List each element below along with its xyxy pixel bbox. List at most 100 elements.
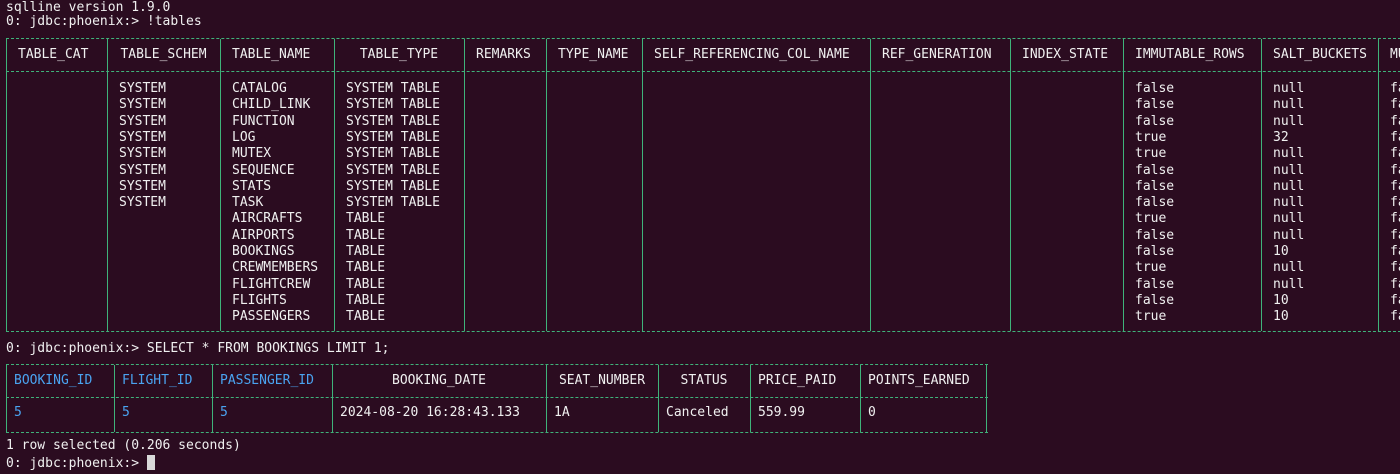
table-cell: TABLE xyxy=(346,260,386,276)
table-cell: fa xyxy=(1390,309,1400,325)
table-cell: fa xyxy=(1390,292,1400,308)
command-prompt[interactable]: 0: jdbc:phoenix:> xyxy=(6,455,155,472)
table-cell: SYSTEM TABLE xyxy=(346,146,440,162)
column-separator xyxy=(1010,39,1011,331)
table-cell: MUTEX xyxy=(232,146,272,162)
column-header: MU xyxy=(1390,47,1400,62)
column-header: BOOKING_ID xyxy=(14,373,93,388)
table-cell: null xyxy=(1273,211,1305,227)
table-cell: null xyxy=(1273,178,1305,194)
tables-result-table: TABLE_CAT TABLE_SCHEM TABLE_NAME TABLE_TYPE… xyxy=(6,38,1400,332)
table-cell: null xyxy=(1273,97,1305,113)
table-cell: true xyxy=(1135,260,1167,276)
table-cell: fa xyxy=(1390,244,1400,259)
table-cell: TABLE xyxy=(346,211,386,227)
column-separator xyxy=(546,39,547,331)
column-header: REF_GENERATION xyxy=(882,47,992,62)
table-cell: fa xyxy=(1390,97,1400,113)
table-cell: fa xyxy=(1390,162,1400,178)
header-separator xyxy=(6,397,988,398)
table-cell: LOG xyxy=(232,129,256,145)
tables-command: 0: jdbc:phoenix:> !tables xyxy=(6,14,202,29)
table-cell: false xyxy=(1135,97,1175,113)
column-separator xyxy=(212,365,213,432)
table-cell: FLIGHTCREW xyxy=(232,276,311,292)
table-cell: STATS xyxy=(232,178,272,194)
table-cell: false xyxy=(1135,81,1175,96)
column-header: FLIGHT_ID xyxy=(122,373,193,388)
column-header: PASSENGER_ID xyxy=(220,373,314,388)
column-separator xyxy=(750,365,751,432)
table-cell: false xyxy=(1135,178,1175,194)
column-separator xyxy=(986,365,987,432)
column-header: PRICE_PAID xyxy=(758,373,837,388)
table-cell: fa xyxy=(1390,260,1400,276)
table-cell: SYSTEM xyxy=(119,146,166,162)
column-separator xyxy=(6,365,7,432)
column-separator xyxy=(860,365,861,432)
table-cell: false xyxy=(1135,276,1175,292)
column-header: BOOKING_DATE xyxy=(392,373,486,388)
column-header: SEAT_NUMBER xyxy=(558,373,646,388)
terminal-window[interactable]: sqlline version 1.9.0 0: jdbc:phoenix:> … xyxy=(0,0,1400,474)
table-cell: 1A xyxy=(554,405,570,420)
table-cell: fa xyxy=(1390,81,1400,96)
table-cell: false xyxy=(1135,113,1175,129)
table-cell: 10 xyxy=(1273,309,1289,325)
table-cell: SEQUENCE xyxy=(232,162,295,178)
table-cell: SYSTEM xyxy=(119,195,166,211)
table-cell: null xyxy=(1273,227,1305,243)
table-cell: 5 xyxy=(14,405,22,420)
table-cell: SYSTEM xyxy=(119,178,166,194)
column-header: SELF_REFERENCING_COL_NAME xyxy=(654,47,850,62)
table-cell: TABLE xyxy=(346,227,386,243)
table-cell: PASSENGERS xyxy=(232,309,311,325)
table-cell: SYSTEM TABLE xyxy=(346,129,440,145)
table-cell: FUNCTION xyxy=(232,113,295,129)
table-cell: AIRPORTS xyxy=(232,227,295,243)
column-header: POINTS_EARNED xyxy=(868,373,970,388)
table-cell: 0 xyxy=(868,405,876,420)
column-header: TABLE_SCHEM xyxy=(120,47,207,62)
column-separator xyxy=(642,39,643,331)
table-cell: fa xyxy=(1390,276,1400,292)
column-separator xyxy=(1123,39,1124,331)
prompt-text: 0: jdbc:phoenix:> xyxy=(6,456,147,471)
column-separator xyxy=(114,365,115,432)
column-header: SALT_BUCKETS xyxy=(1273,47,1367,62)
table-cell: null xyxy=(1273,113,1305,129)
table-cell: null xyxy=(1273,195,1305,211)
column-header: TABLE_TYPE xyxy=(359,47,439,62)
table-cell: null xyxy=(1273,276,1305,292)
table-cell: SYSTEM TABLE xyxy=(346,81,440,96)
table-cell: fa xyxy=(1390,113,1400,129)
row-count-summary: 1 row selected (0.206 seconds) xyxy=(6,438,241,453)
table-cell: SYSTEM xyxy=(119,81,166,96)
table-cell: null xyxy=(1273,162,1305,178)
table-cell: SYSTEM TABLE xyxy=(346,113,440,129)
table-cell: fa xyxy=(1390,178,1400,194)
table-cell: 2024-08-20 16:28:43.133 xyxy=(340,405,521,420)
table-cell: 5 xyxy=(122,405,130,420)
column-header: REMARKS xyxy=(476,47,531,62)
table-cell: TABLE xyxy=(346,292,386,308)
table-cell: SYSTEM TABLE xyxy=(346,162,440,178)
table-cell: false xyxy=(1135,162,1175,178)
table-cell: true xyxy=(1135,309,1167,325)
table-cell: SYSTEM TABLE xyxy=(346,97,440,113)
column-separator xyxy=(6,39,7,331)
column-header: TYPE_NAME xyxy=(558,47,629,62)
table-cell: null xyxy=(1273,81,1305,96)
table-cell: CREWMEMBERS xyxy=(232,260,319,276)
column-header: INDEX_STATE xyxy=(1022,47,1109,62)
table-cell: Canceled xyxy=(666,405,729,420)
table-cell: null xyxy=(1273,260,1305,276)
table-cell: BOOKINGS xyxy=(232,244,295,259)
select-command: 0: jdbc:phoenix:> SELECT * FROM BOOKINGS… xyxy=(6,341,390,356)
table-cell: SYSTEM xyxy=(119,162,166,178)
table-cell: fa xyxy=(1390,211,1400,227)
table-cell: SYSTEM xyxy=(119,129,166,145)
table-cell: 32 xyxy=(1273,129,1289,145)
table-cell: false xyxy=(1135,292,1175,308)
column-header: TABLE_NAME xyxy=(232,47,311,62)
